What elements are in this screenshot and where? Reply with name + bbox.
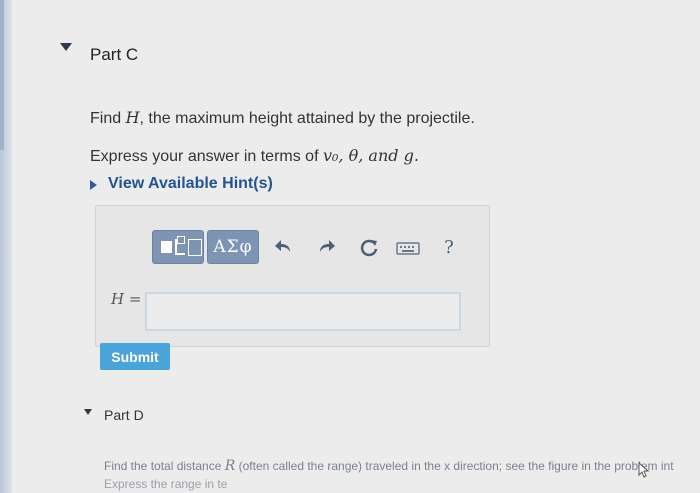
template-square-icon: [161, 241, 172, 253]
left-strip-edge: [0, 0, 4, 150]
view-hints-link[interactable]: View Available Hint(s): [108, 175, 273, 193]
keyboard-icon[interactable]: [396, 237, 420, 259]
reset-icon[interactable]: [358, 237, 380, 259]
express-prefix: Express your answer in terms of: [90, 148, 323, 165]
part-d-collapse-toggle-icon[interactable]: [84, 409, 92, 415]
mouse-cursor-icon: [638, 461, 650, 478]
part-d-text-suffix: (often called the range) traveled in the…: [235, 459, 674, 473]
template-box-icon: [188, 239, 202, 256]
part-d-text-variable: R: [224, 458, 236, 474]
undo-icon[interactable]: [273, 237, 295, 259]
question-suffix: , the maximum height attained by the pro…: [139, 110, 475, 127]
submit-button[interactable]: Submit: [100, 343, 170, 370]
part-d-express-text: Express the range in te: [104, 477, 228, 491]
part-d-text-prefix: Find the total distance: [104, 459, 225, 473]
question-prefix: Find: [90, 110, 126, 127]
express-instructions: Express your answer in terms of v₀, θ, a…: [90, 146, 419, 166]
symbols-button[interactable]: ΑΣφ: [207, 230, 259, 264]
express-variables: v₀, θ, and g.: [322, 146, 419, 165]
part-c-collapse-toggle-icon[interactable]: [60, 43, 72, 51]
redo-icon[interactable]: [315, 237, 337, 259]
left-scroll-strip: [0, 0, 12, 493]
help-button[interactable]: ?: [438, 237, 460, 259]
part-d-title: Part D: [104, 407, 144, 423]
answer-input[interactable]: [145, 292, 461, 331]
answer-label: H =: [111, 290, 142, 308]
hint-expand-icon[interactable]: [90, 180, 97, 190]
part-d-question-text: Find the total distance R (often called …: [104, 458, 674, 474]
template-sqrt-icon: [175, 239, 185, 255]
question-variable: H: [125, 108, 140, 127]
part-c-title: Part C: [90, 45, 139, 64]
question-text: Find H, the maximum height attained by t…: [90, 108, 475, 128]
templates-button[interactable]: [152, 230, 204, 264]
